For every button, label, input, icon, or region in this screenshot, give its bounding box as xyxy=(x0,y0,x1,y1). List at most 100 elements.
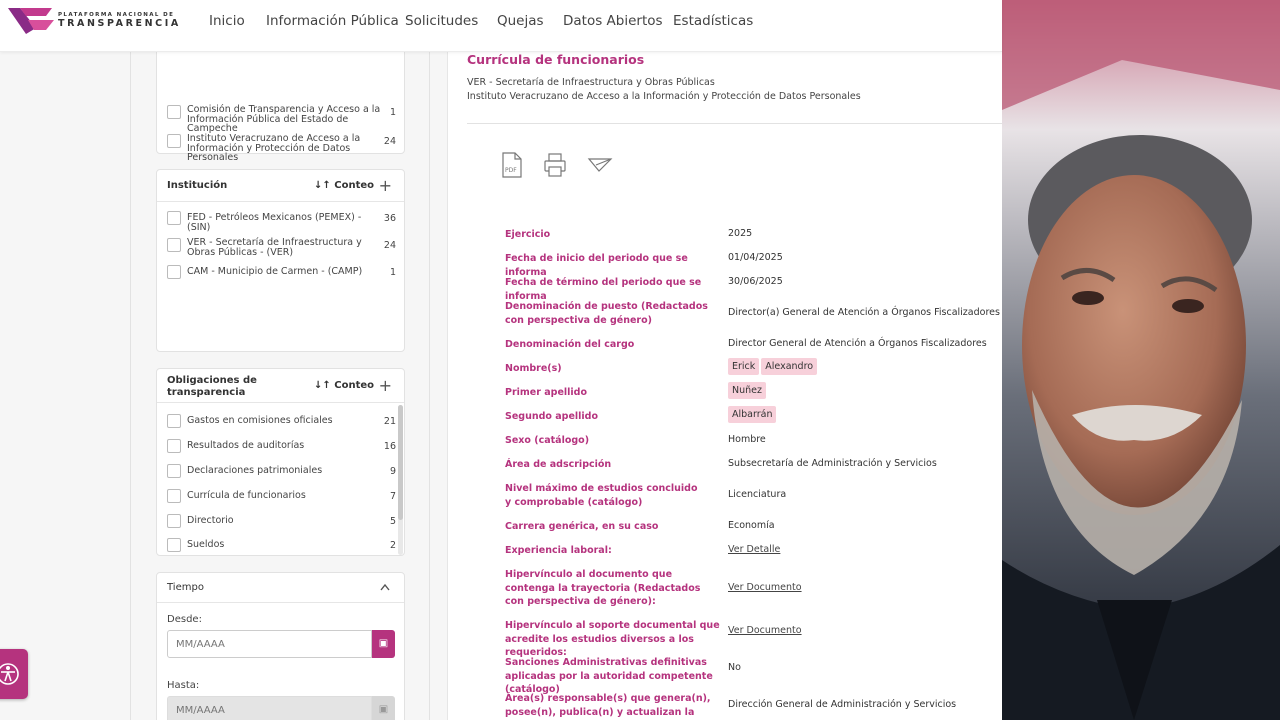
filter-count: 5 xyxy=(389,516,396,527)
field-label: Experiencia laboral: xyxy=(505,545,612,556)
desde-label: Desde: xyxy=(167,614,202,625)
name-chip: Nuñez xyxy=(728,382,766,399)
checkbox[interactable] xyxy=(167,265,181,279)
accessibility-button[interactable] xyxy=(0,649,28,699)
nav-solicitudes[interactable]: Solicitudes xyxy=(405,13,478,29)
accessibility-icon xyxy=(0,663,19,685)
filter-label: Resultados de auditorías xyxy=(187,440,305,451)
ver-documento-link[interactable]: Ver Documento xyxy=(728,625,802,636)
filter-count: 1 xyxy=(389,107,396,118)
filter-count: 1 xyxy=(389,267,396,278)
filter-count: 24 xyxy=(383,136,396,147)
nav-informacion-publica[interactable]: Información Pública xyxy=(266,13,399,29)
field-value: 30/06/2025 xyxy=(728,276,783,287)
field-label: Área de adscripción xyxy=(505,459,612,470)
field-label: Área(s) responsable(s) que genera(n), po… xyxy=(505,693,711,718)
detail-subtitle: Instituto Veracruzano de Acceso a la Inf… xyxy=(467,91,861,102)
filter-count: 21 xyxy=(383,416,396,427)
field-label: Ejercicio xyxy=(505,229,551,240)
field-value: Licenciatura xyxy=(728,489,787,500)
sort-label: Conteo xyxy=(334,380,374,391)
institucion-panel: Institución ↓↑ Conteo + FED - Petróleos … xyxy=(156,169,405,352)
checkbox[interactable] xyxy=(167,414,181,428)
filter-label: Directorio xyxy=(187,515,234,526)
field-label: Sexo (catálogo) xyxy=(505,435,590,446)
filter-label: Gastos en comisiones oficiales xyxy=(187,415,333,426)
desde-input[interactable] xyxy=(167,630,372,658)
pdf-icon-text: PDF xyxy=(505,167,517,174)
print-icon[interactable] xyxy=(543,152,567,178)
field-label: Denominación del cargo xyxy=(505,339,635,350)
hasta-label: Hasta: xyxy=(167,680,200,691)
panel-header[interactable]: Tiempo xyxy=(157,573,404,603)
filter-count: 16 xyxy=(383,441,396,452)
filter-label: Currícula de funcionarios xyxy=(187,490,306,501)
field-value: Economía xyxy=(728,520,775,531)
sort-icon: ↓↑ xyxy=(313,180,335,191)
field-value: Erick Alexandro xyxy=(728,358,819,375)
checkbox[interactable] xyxy=(167,439,181,453)
filter-count: 2 xyxy=(389,540,396,551)
field-value: 01/04/2025 xyxy=(728,252,783,263)
detail-subtitle: VER - Secretaría de Infraestructura y Ob… xyxy=(467,77,715,88)
detail-panel: Currícula de funcionarios VER - Secretar… xyxy=(447,52,1003,720)
expand-plus-icon[interactable]: + xyxy=(379,376,392,395)
filter-label: FED - Petróleos Mexicanos (PEMEX) - (SIN… xyxy=(187,212,362,233)
ver-documento-link[interactable]: Ver Documento xyxy=(728,582,802,593)
logo-title: TRANSPARENCIA xyxy=(58,18,181,29)
checkbox[interactable] xyxy=(167,134,181,148)
filter-label: CAM - Municipio de Carmen - (CAMP) xyxy=(187,266,363,277)
checkbox[interactable] xyxy=(167,238,181,252)
checkbox[interactable] xyxy=(167,211,181,225)
panel-title: Institución xyxy=(167,180,228,191)
filter-label: Declaraciones patrimoniales xyxy=(187,465,323,476)
calendar-icon[interactable]: ▣ xyxy=(372,696,395,720)
field-value: No xyxy=(728,662,741,673)
logo[interactable]: PLATAFORMA NACIONAL DE TRANSPARENCIA xyxy=(6,6,196,36)
filter-count: 24 xyxy=(383,240,396,251)
sort-icon: ↓↑ xyxy=(313,380,335,391)
field-label: Nombre(s) xyxy=(505,363,562,374)
sort-label: Conteo xyxy=(334,180,374,191)
panel-header: Institución ↓↑ Conteo + xyxy=(157,170,404,202)
ver-detalle-link[interactable]: Ver Detalle xyxy=(728,544,780,555)
nav-datos-abiertos[interactable]: Datos Abiertos xyxy=(563,13,663,29)
send-icon[interactable] xyxy=(587,152,613,178)
checkbox[interactable] xyxy=(167,464,181,478)
nav-estadisticas[interactable]: Estadísticas xyxy=(673,13,753,29)
filter-label: Sueldos xyxy=(187,539,225,550)
field-label: Hipervínculo al documento que contenga l… xyxy=(505,569,701,607)
field-value: Nuñez xyxy=(728,382,768,399)
filter-label: VER - Secretaría de Infraestructura y Ob… xyxy=(187,237,362,258)
sort-toggle[interactable]: ↓↑ Conteo xyxy=(314,380,374,391)
checkbox[interactable] xyxy=(167,105,181,119)
pdf-icon[interactable]: PDF xyxy=(500,152,524,178)
filter-count: 36 xyxy=(383,213,396,224)
panel-title: Obligaciones de transparencia xyxy=(167,375,257,398)
detail-title: Currícula de funcionarios xyxy=(467,52,645,67)
divider xyxy=(467,123,1003,124)
name-chip: Albarrán xyxy=(728,406,777,423)
expand-plus-icon[interactable]: + xyxy=(379,176,392,195)
field-label: Hipervínculo al soporte documental que a… xyxy=(505,620,720,658)
scrollbar[interactable] xyxy=(398,405,403,555)
nav-inicio[interactable]: Inicio xyxy=(209,13,245,29)
checkbox[interactable] xyxy=(167,538,181,552)
filter-count: 7 xyxy=(389,491,396,502)
panel-header: Obligaciones de transparencia ↓↑ Conteo … xyxy=(157,369,404,403)
field-label: Denominación de puesto (Redactados con p… xyxy=(505,301,708,326)
field-value: Albarrán xyxy=(728,406,778,423)
hasta-input[interactable] xyxy=(167,696,372,720)
top-header: PLATAFORMA NACIONAL DE TRANSPARENCIA Ini… xyxy=(0,0,1002,52)
chevron-up-icon[interactable] xyxy=(380,583,390,591)
field-label: Nivel máximo de estudios concluido y com… xyxy=(505,483,698,508)
field-label: Fecha de inicio del periodo que se infor… xyxy=(505,253,688,278)
person-photo xyxy=(1002,0,1280,720)
organismos-panel: Comisión de Transparencia y Acceso a la … xyxy=(156,42,405,162)
nav-quejas[interactable]: Quejas xyxy=(497,13,544,29)
checkbox[interactable] xyxy=(167,514,181,528)
sort-toggle[interactable]: ↓↑ Conteo xyxy=(314,180,374,191)
calendar-icon[interactable]: ▣ xyxy=(372,630,395,658)
scrollbar-thumb[interactable] xyxy=(398,405,403,520)
checkbox[interactable] xyxy=(167,489,181,503)
